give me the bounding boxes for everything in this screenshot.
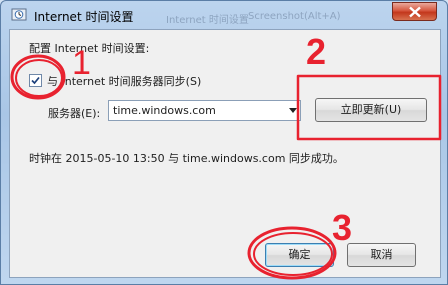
ghost-title-text: Internet 时间设置 xyxy=(166,15,249,26)
ghost-hint-text: Screenshot(Alt+A) xyxy=(248,11,341,22)
dropdown-arrow-icon[interactable] xyxy=(289,108,297,113)
sync-checkbox-label[interactable]: 与 Internet 时间服务器同步(S) xyxy=(47,73,201,89)
checkmark-icon xyxy=(31,76,40,85)
window-title: Internet 时间设置 xyxy=(34,10,134,24)
settings-heading: 配置 Internet 时间设置: xyxy=(29,42,150,55)
sync-status-text: 时钟在 2015-05-10 13:50 与 time.windows.com … xyxy=(29,152,344,165)
title-bar[interactable]: Internet 时间设置 Internet 时间设置 Screenshot(A… xyxy=(1,1,447,29)
ok-button[interactable]: 确定 xyxy=(265,243,334,267)
dialog-body: 配置 Internet 时间设置: 与 Internet 时间服务器同步(S) … xyxy=(9,29,441,278)
close-icon xyxy=(409,6,421,18)
close-button[interactable] xyxy=(392,2,437,21)
server-value[interactable]: time.windows.com xyxy=(113,104,216,117)
server-label: 服务器(E): xyxy=(48,107,101,120)
clock-app-icon xyxy=(11,8,27,21)
update-now-button[interactable]: 立即更新(U) xyxy=(315,98,427,122)
sync-checkbox[interactable] xyxy=(29,74,42,87)
dialog-window: Internet 时间设置 Internet 时间设置 Screenshot(A… xyxy=(0,0,448,285)
cancel-button[interactable]: 取消 xyxy=(347,243,416,267)
server-combobox[interactable]: time.windows.com xyxy=(108,100,301,121)
